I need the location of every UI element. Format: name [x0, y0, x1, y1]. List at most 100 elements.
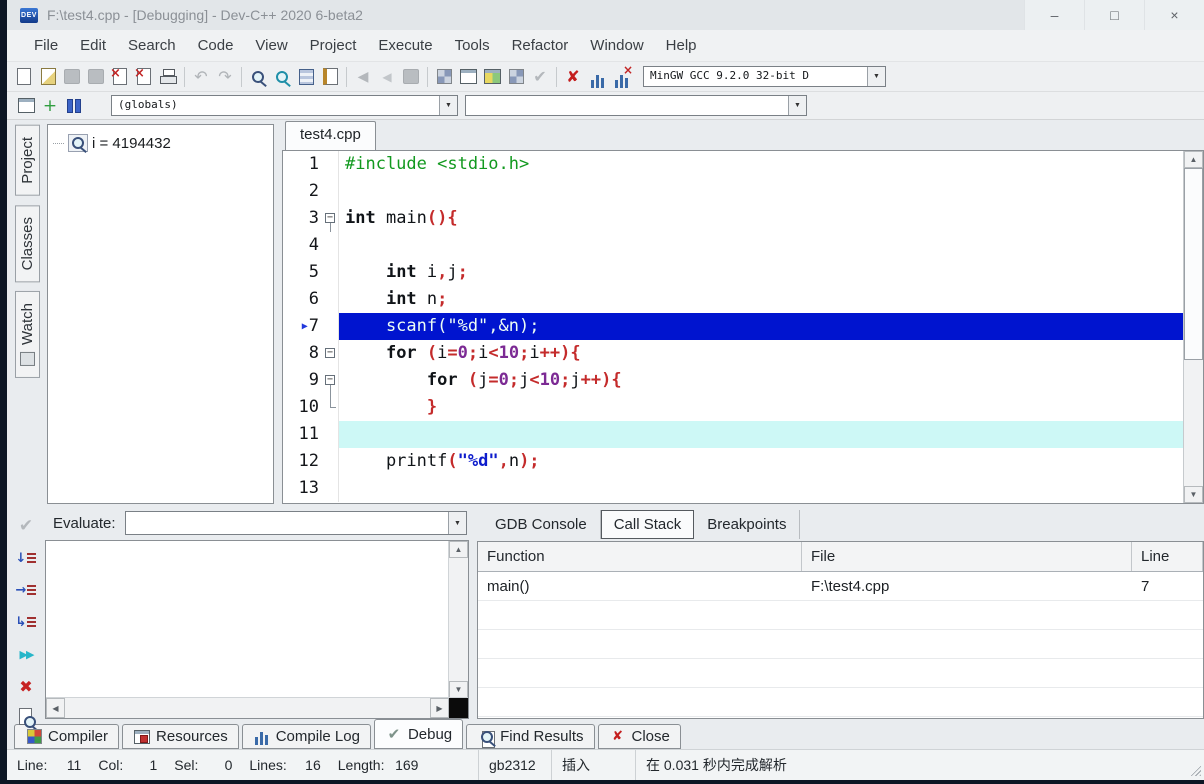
debug-run-icon[interactable]: ✔: [14, 514, 38, 538]
scroll-left-icon[interactable]: ◀: [46, 698, 65, 718]
save-icon[interactable]: [60, 66, 84, 88]
chevron-down-icon[interactable]: ▼: [788, 96, 806, 115]
menu-help[interactable]: Help: [655, 37, 708, 54]
next-instruction-icon[interactable]: ↳: [14, 610, 38, 634]
fold-margin[interactable]: −: [323, 340, 339, 367]
code-line-2[interactable]: 2: [283, 178, 1183, 205]
print-icon[interactable]: [156, 66, 180, 88]
resize-grip[interactable]: [1188, 763, 1201, 776]
find-in-files-icon[interactable]: [270, 66, 294, 88]
menu-file[interactable]: File: [23, 37, 69, 54]
replace-icon[interactable]: [294, 66, 318, 88]
menu-edit[interactable]: Edit: [69, 37, 117, 54]
code-editor[interactable]: 1#include <stdio.h>23−int main(){45 int …: [282, 150, 1204, 504]
stop-execution-icon[interactable]: ✘: [561, 66, 585, 88]
evaluate-input[interactable]: ▼: [125, 511, 467, 535]
code-line-4[interactable]: 4: [283, 232, 1183, 259]
bottom-tab-find-results[interactable]: Find Results: [466, 724, 594, 749]
vertical-splitter[interactable]: [274, 120, 282, 504]
debug-tab-gdb-console[interactable]: GDB Console: [482, 510, 601, 539]
switch-window-icon[interactable]: [14, 95, 38, 117]
code-line-11[interactable]: 11: [283, 421, 1183, 448]
add-item-icon[interactable]: +: [38, 95, 62, 117]
bottom-tab-resources[interactable]: Resources: [122, 724, 239, 749]
save-all-icon[interactable]: [84, 66, 108, 88]
sidebar-tab-watch[interactable]: Watch: [15, 291, 40, 378]
call-stack-row[interactable]: main()F:\test4.cpp7: [478, 572, 1203, 601]
chevron-down-icon[interactable]: ▼: [439, 96, 457, 115]
fold-margin[interactable]: −: [323, 367, 339, 394]
undo-icon[interactable]: ↶: [189, 66, 213, 88]
abort-icon[interactable]: [399, 66, 423, 88]
column-header-file[interactable]: File: [802, 542, 1132, 571]
code-line-1[interactable]: 1#include <stdio.h>: [283, 151, 1183, 178]
code-line-5[interactable]: 5 int i,j;: [283, 259, 1183, 286]
sidebar-tab-classes[interactable]: Classes: [15, 205, 40, 282]
compile-and-run-icon[interactable]: [480, 66, 504, 88]
menu-execute[interactable]: Execute: [367, 37, 443, 54]
editor-tab-test4[interactable]: test4.cpp: [285, 121, 376, 150]
stop-icon[interactable]: ✖: [14, 674, 38, 698]
compiler-grid-icon[interactable]: [25, 729, 43, 745]
code-line-3[interactable]: 3−int main(){: [283, 205, 1183, 232]
code-area[interactable]: 1#include <stdio.h>23−int main(){45 int …: [283, 151, 1183, 503]
watch-variable-item[interactable]: i = 4194432: [53, 134, 268, 152]
scroll-down-icon[interactable]: ▼: [1184, 486, 1203, 503]
fold-margin[interactable]: −: [323, 205, 339, 232]
debug-check-icon[interactable]: ✔: [385, 726, 403, 742]
find-results-mag-icon[interactable]: [477, 729, 495, 745]
code-line-8[interactable]: 8− for (i=0;i<10;i++){: [283, 340, 1183, 367]
profile-analysis-icon[interactable]: [585, 66, 609, 88]
menu-refactor[interactable]: Refactor: [501, 37, 580, 54]
members-select[interactable]: ▼: [465, 95, 807, 116]
bottom-tab-debug[interactable]: ✔Debug: [374, 719, 463, 749]
run-icon[interactable]: [456, 66, 480, 88]
code-line-6[interactable]: 6 int n;: [283, 286, 1183, 313]
code-line-7[interactable]: ▶7 scanf("%d",&n);: [283, 313, 1183, 340]
fold-collapse-icon[interactable]: −: [325, 375, 335, 385]
panel-splitter[interactable]: [469, 507, 477, 719]
column-header-function[interactable]: Function: [478, 542, 802, 571]
chevron-down-icon[interactable]: ▼: [448, 512, 466, 534]
debug-tab-breakpoints[interactable]: Breakpoints: [694, 510, 800, 539]
scrollbar-track[interactable]: [65, 698, 430, 718]
output-vscrollbar[interactable]: ▲ ▼: [448, 541, 468, 698]
close-all-icon[interactable]: [132, 66, 156, 88]
fold-margin[interactable]: [323, 394, 339, 421]
sidebar-tab-project[interactable]: Project: [15, 125, 40, 196]
find-icon[interactable]: [246, 66, 270, 88]
step-into-icon[interactable]: →: [14, 578, 38, 602]
rebuild-all-icon[interactable]: [504, 66, 528, 88]
scrollbar-thumb[interactable]: [1184, 168, 1203, 360]
compiler-select[interactable]: MinGW GCC 9.2.0 32-bit D ▼: [643, 66, 886, 87]
continue-icon[interactable]: ▶▶: [14, 642, 38, 666]
view-cpu-icon[interactable]: [14, 706, 38, 730]
scroll-right-icon[interactable]: ▶: [430, 698, 449, 718]
code-line-13[interactable]: 13: [283, 475, 1183, 502]
menu-search[interactable]: Search: [117, 37, 187, 54]
chevron-down-icon[interactable]: ▼: [867, 67, 885, 86]
editor-scrollbar[interactable]: ▲ ▼: [1183, 151, 1203, 503]
scroll-down-icon[interactable]: ▼: [449, 681, 468, 698]
bottom-tab-compiler[interactable]: Compiler: [14, 724, 119, 749]
delete-profiling-icon[interactable]: ×: [609, 66, 633, 88]
forward-icon[interactable]: ◀: [375, 66, 399, 88]
menu-code[interactable]: Code: [187, 37, 245, 54]
output-hscrollbar[interactable]: ◀ ▶: [46, 697, 468, 718]
compile-log-chart-icon[interactable]: [253, 729, 271, 745]
bottom-tab-compile-log[interactable]: Compile Log: [242, 724, 371, 749]
pause-icon[interactable]: [62, 95, 86, 117]
evaluate-output[interactable]: ▲ ▼ ◀ ▶: [45, 540, 469, 719]
scroll-up-icon[interactable]: ▲: [1184, 151, 1203, 168]
scroll-up-icon[interactable]: ▲: [449, 541, 468, 558]
maximize-button[interactable]: □: [1084, 0, 1144, 30]
column-header-line[interactable]: Line: [1132, 542, 1203, 571]
code-line-9[interactable]: 9− for (j=0;j<10;j++){: [283, 367, 1183, 394]
debug-tab-call-stack[interactable]: Call Stack: [601, 510, 695, 539]
fold-collapse-icon[interactable]: −: [325, 213, 335, 223]
menu-window[interactable]: Window: [579, 37, 654, 54]
resources-icon[interactable]: [133, 729, 151, 745]
open-file-icon[interactable]: [36, 66, 60, 88]
compile-icon[interactable]: [432, 66, 456, 88]
minimize-button[interactable]: –: [1024, 0, 1084, 30]
